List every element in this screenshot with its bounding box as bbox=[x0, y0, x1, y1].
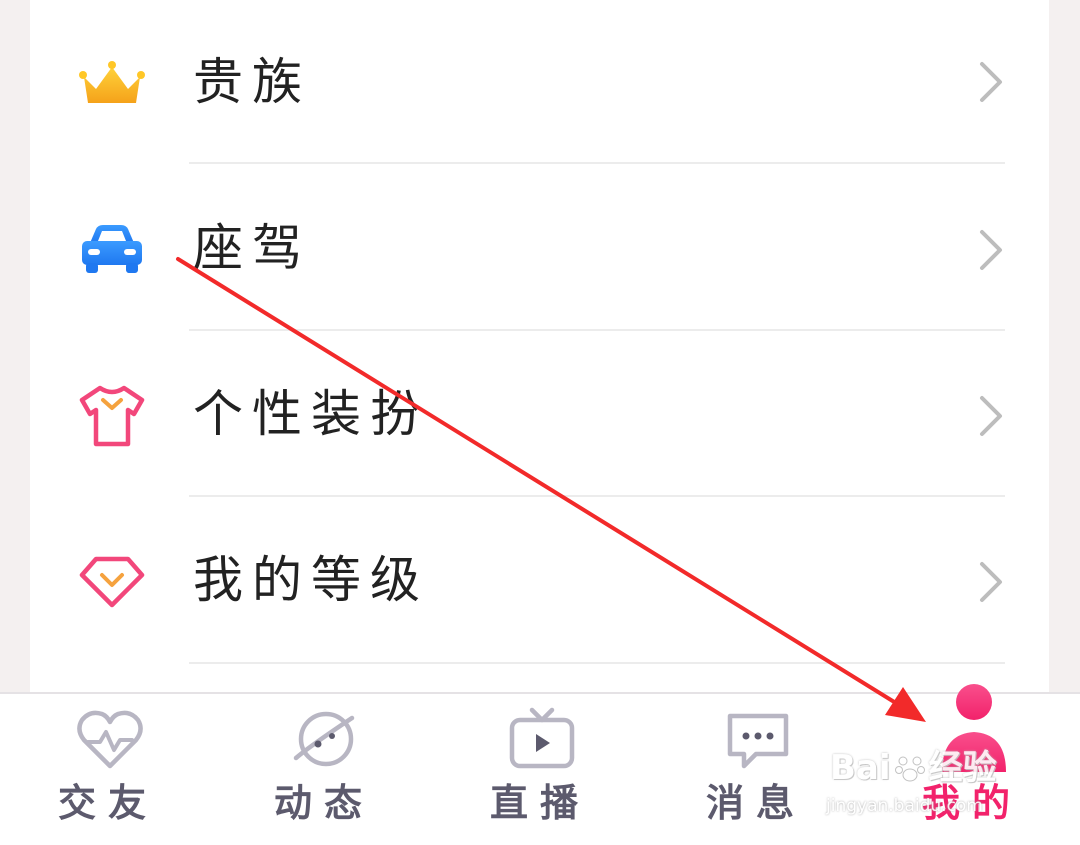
crown-icon bbox=[79, 61, 145, 103]
heart-pulse-icon bbox=[77, 710, 143, 769]
chevron-right-icon bbox=[980, 230, 1002, 270]
menu-item-label: 我的等级 bbox=[193, 551, 429, 609]
paw-icon bbox=[894, 756, 925, 782]
divider bbox=[189, 495, 1005, 497]
chevron-right-icon bbox=[980, 62, 1002, 102]
chevron-right-icon bbox=[980, 562, 1002, 602]
tshirt-icon bbox=[79, 385, 145, 447]
divider bbox=[189, 162, 1005, 164]
tab-label: 直播 bbox=[489, 781, 590, 825]
diamond-icon bbox=[79, 556, 145, 608]
menu-card: 贵族 座驾 个性装扮 我的等级 bbox=[30, 0, 1049, 692]
tab-friends[interactable]: 交友 bbox=[0, 694, 216, 845]
divider bbox=[189, 329, 1005, 331]
chevron-right-icon bbox=[980, 396, 1002, 436]
message-icon bbox=[727, 713, 789, 769]
divider bbox=[189, 662, 1005, 664]
tab-label: 动态 bbox=[273, 781, 374, 825]
tab-moments[interactable]: 动态 bbox=[216, 694, 432, 845]
menu-item-label: 座驾 bbox=[193, 219, 311, 277]
watermark-url: jingyan.baidu.com bbox=[826, 796, 983, 816]
menu-item-label: 个性装扮 bbox=[193, 385, 429, 443]
menu-item-nobility[interactable]: 贵族 bbox=[30, 0, 1049, 166]
tab-live[interactable]: 直播 bbox=[432, 694, 648, 845]
watermark-brand: Bai 经验 bbox=[830, 748, 997, 788]
menu-item-mount[interactable]: 座驾 bbox=[30, 166, 1049, 332]
tv-play-icon bbox=[509, 707, 575, 769]
car-icon bbox=[82, 225, 142, 273]
baidu-watermark: Bai 经验 jingyan.baidu.com bbox=[826, 748, 1046, 828]
menu-item-my-level[interactable]: 我的等级 bbox=[30, 498, 1049, 664]
menu-item-dress-up[interactable]: 个性装扮 bbox=[30, 332, 1049, 498]
menu-item-label: 贵族 bbox=[193, 53, 311, 111]
tab-label: 交友 bbox=[57, 781, 158, 825]
planet-icon bbox=[293, 711, 355, 767]
